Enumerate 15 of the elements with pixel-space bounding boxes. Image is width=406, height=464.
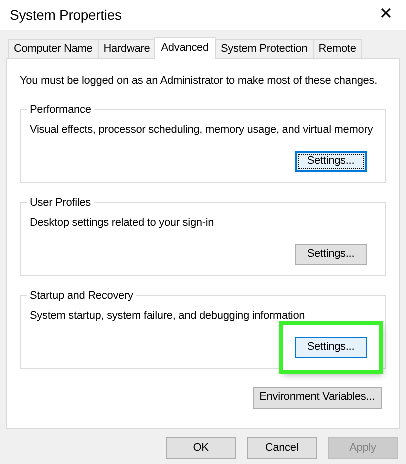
dialog-button[interactable]: Cancel	[247, 437, 317, 459]
settings-button[interactable]: Settings...	[295, 151, 367, 172]
notice-text: You must be logged on as an Administrator to make most of these changes.	[20, 74, 379, 89]
tab[interactable]: Hardware	[98, 39, 156, 58]
settings-button[interactable]: Settings...	[295, 244, 367, 265]
group-description: Visual effects, processor scheduling, memory usage, and virtual memory	[30, 122, 374, 138]
tab[interactable]: Advanced	[154, 37, 216, 59]
window-title: System Properties	[10, 6, 122, 25]
tab[interactable]: Computer Name	[8, 39, 98, 58]
environment-variables-button[interactable]: Environment Variables...	[252, 386, 382, 408]
close-button[interactable]: ✕	[374, 3, 398, 27]
group-description: Desktop settings related to your sign-in	[30, 216, 216, 230]
tab[interactable]: Remote	[312, 39, 362, 58]
group-description: System startup, system failure, and debugging information	[30, 308, 306, 324]
dialog-button[interactable]: OK	[166, 437, 236, 459]
